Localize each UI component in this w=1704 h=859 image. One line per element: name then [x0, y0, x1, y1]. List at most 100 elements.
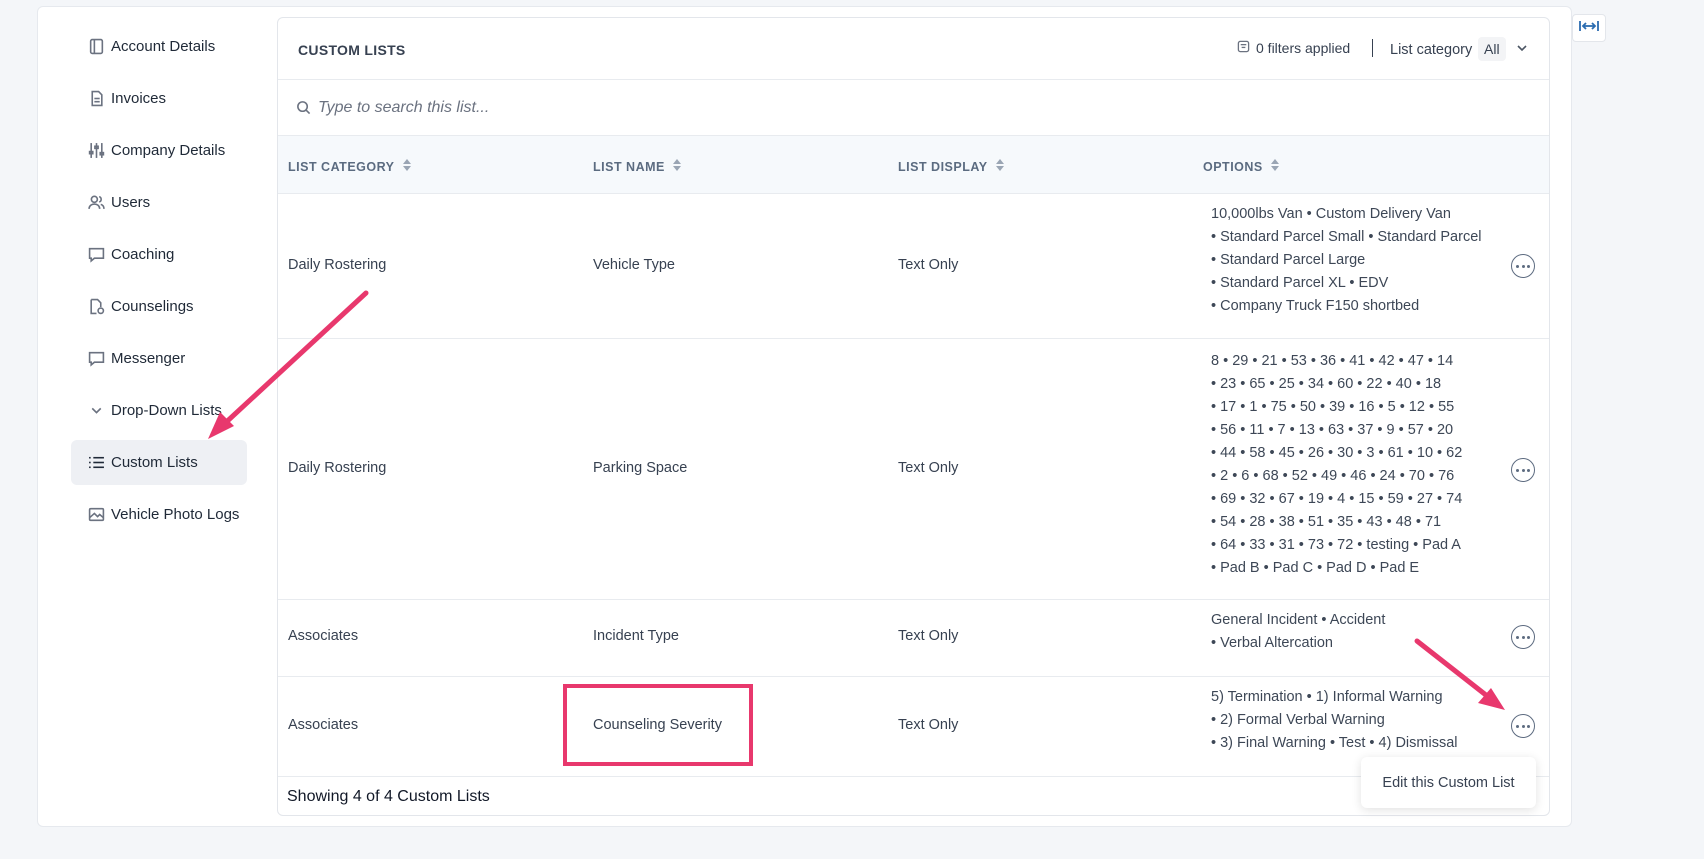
option-line: • Pad B • Pad C • Pad D • Pad E	[1211, 560, 1420, 576]
chat-icon	[87, 246, 105, 264]
sidebar-item-label: Account Details	[111, 38, 216, 55]
cell-options: 8 • 29 • 21 • 53 • 36 • 41 • 42 • 47 • 1…	[1211, 350, 1462, 580]
table-row: Daily Rostering Vehicle Type Text Only 1…	[278, 193, 1549, 339]
table-row: Daily Rostering Parking Space Text Only …	[278, 338, 1549, 600]
expand-width-button[interactable]	[1572, 14, 1606, 42]
cell-list-display: Text Only	[898, 257, 959, 273]
option-line: 10,000lbs Van • Custom Delivery Van	[1211, 206, 1451, 222]
sidebar-item-users[interactable]: Users	[71, 180, 247, 225]
option-line: • 54 • 28 • 38 • 51 • 35 • 43 • 48 • 71	[1211, 514, 1442, 530]
document-badge-icon	[87, 298, 105, 316]
sidebar-item-coaching[interactable]: Coaching	[71, 232, 247, 277]
option-line: • Company Truck F150 shortbed	[1211, 298, 1420, 314]
sort-icon	[402, 159, 411, 174]
more-options-button[interactable]	[1511, 625, 1535, 649]
sidebar-item-drop-down-lists[interactable]: Drop-Down Lists	[71, 388, 247, 433]
table-header: LIST CATEGORY LIST NAME LIST DISPLAY OPT…	[278, 136, 1549, 194]
option-line: • 56 • 11 • 7 • 13 • 63 • 37 • 9 • 57 • …	[1211, 422, 1454, 438]
cell-list-category: Daily Rostering	[288, 460, 387, 476]
cell-list-display: Text Only	[898, 717, 959, 733]
sidebar-item-label: Vehicle Photo Logs	[111, 506, 240, 523]
sidebar-item-label: Drop-Down Lists	[111, 402, 222, 419]
column-header-label: OPTIONS	[1203, 159, 1263, 174]
sidebar-item-label: Company Details	[111, 142, 226, 159]
sidebar-item-label: Users	[111, 194, 151, 211]
option-line: 5) Termination • 1) Informal Warning	[1211, 689, 1443, 705]
sort-icon	[1270, 159, 1279, 174]
cell-list-category: Associates	[288, 628, 359, 644]
more-options-button[interactable]	[1511, 458, 1535, 482]
sidebar-item-vehicle-photo-logs[interactable]: Vehicle Photo Logs	[71, 492, 247, 537]
sidebar-item-label: Custom Lists	[111, 454, 198, 471]
results-count: Showing 4 of 4 Custom Lists	[287, 788, 490, 805]
option-line: • 64 • 33 • 31 • 73 • 72 • testing • Pad…	[1211, 537, 1461, 553]
sidebar-item-account-details[interactable]: Account Details	[71, 24, 247, 69]
sidebar-item-custom-lists[interactable]: Custom Lists	[71, 440, 247, 485]
chevron-down-icon	[87, 402, 105, 420]
cell-list-category: Associates	[288, 717, 359, 733]
sidebar-item-label: Counselings	[111, 298, 194, 315]
chevron-down-icon[interactable]	[1515, 41, 1529, 55]
more-options-button[interactable]	[1511, 714, 1535, 738]
cell-list-display: Text Only	[898, 460, 959, 476]
list-icon	[87, 454, 105, 472]
option-line: • Standard Parcel XL • EDV	[1211, 275, 1389, 291]
users-icon	[87, 194, 105, 212]
sidebar-item-counselings[interactable]: Counselings	[71, 284, 247, 329]
option-line: • 23 • 65 • 25 • 34 • 60 • 22 • 40 • 18	[1211, 376, 1442, 392]
sidebar-item-label: Coaching	[111, 246, 175, 263]
cell-list-name: Parking Space	[593, 460, 688, 476]
column-header-list-name[interactable]: LIST NAME	[593, 159, 681, 174]
option-line: • 3) Final Warning • Test • 4) Dismissal	[1211, 735, 1458, 751]
image-icon	[87, 506, 105, 524]
sidebar-item-label: Messenger	[111, 350, 186, 367]
filter-icon	[1237, 40, 1250, 56]
cell-list-name: Incident Type	[593, 628, 679, 644]
cell-options: General Incident • Accident • Verbal Alt…	[1211, 609, 1385, 655]
custom-lists-card: CUSTOM LISTS 0 filters applied List cate…	[277, 17, 1550, 816]
sidebar-item-invoices[interactable]: Invoices	[71, 76, 247, 121]
sort-icon	[672, 159, 681, 174]
card-header: CUSTOM LISTS 0 filters applied List cate…	[278, 18, 1549, 80]
more-options-button[interactable]	[1511, 254, 1535, 278]
option-line: • 17 • 1 • 75 • 50 • 39 • 16 • 5 • 12 • …	[1211, 399, 1455, 415]
search-icon	[296, 100, 311, 120]
option-line: • 2 • 6 • 68 • 52 • 49 • 46 • 24 • 70 • …	[1211, 468, 1455, 484]
annotation-highlight-box	[563, 684, 753, 766]
search-bar	[278, 80, 1549, 136]
cell-list-category: Daily Rostering	[288, 257, 387, 273]
search-input[interactable]	[316, 93, 1020, 123]
sliders-icon	[87, 142, 105, 160]
filters-count-text: 0 filters applied	[1256, 40, 1351, 56]
document-icon	[87, 90, 105, 108]
edit-custom-list-menu-item[interactable]: Edit this Custom List	[1361, 757, 1536, 808]
cell-list-name: Vehicle Type	[593, 257, 675, 273]
cell-list-display: Text Only	[898, 628, 959, 644]
column-header-list-category[interactable]: LIST CATEGORY	[288, 159, 411, 174]
column-header-label: LIST NAME	[593, 159, 665, 174]
chat-icon	[87, 350, 105, 368]
filters-status[interactable]: 0 filters applied	[1237, 40, 1350, 56]
sidebar-item-company-details[interactable]: Company Details	[71, 128, 247, 173]
expand-horizontal-icon	[1578, 19, 1600, 38]
sidebar-panel-icon	[87, 38, 105, 56]
option-line: 8 • 29 • 21 • 53 • 36 • 41 • 42 • 47 • 1…	[1211, 353, 1454, 369]
sidebar-item-label: Invoices	[111, 90, 167, 107]
list-category-select[interactable]: All	[1478, 37, 1506, 61]
option-line: • 69 • 32 • 67 • 19 • 4 • 15 • 59 • 27 •…	[1211, 491, 1463, 507]
page-title: CUSTOM LISTS	[298, 42, 406, 58]
column-header-options[interactable]: OPTIONS	[1203, 159, 1279, 174]
column-header-label: LIST DISPLAY	[898, 159, 988, 174]
sidebar-item-messenger[interactable]: Messenger	[71, 336, 247, 381]
column-header-list-display[interactable]: LIST DISPLAY	[898, 159, 1004, 174]
option-line: • 2) Formal Verbal Warning	[1211, 712, 1385, 728]
option-line: • 44 • 58 • 45 • 26 • 30 • 3 • 61 • 10 •…	[1211, 445, 1463, 461]
sort-icon	[995, 159, 1004, 174]
list-category-label: List category	[1390, 42, 1473, 58]
cell-options: 5) Termination • 1) Informal Warning • 2…	[1211, 686, 1458, 755]
column-header-label: LIST CATEGORY	[288, 159, 395, 174]
table-row: Associates Counseling Severity Text Only…	[278, 676, 1549, 777]
table-row: Associates Incident Type Text Only Gener…	[278, 599, 1549, 677]
option-line: General Incident • Accident	[1211, 612, 1386, 628]
option-line: • Standard Parcel Large	[1211, 252, 1366, 268]
